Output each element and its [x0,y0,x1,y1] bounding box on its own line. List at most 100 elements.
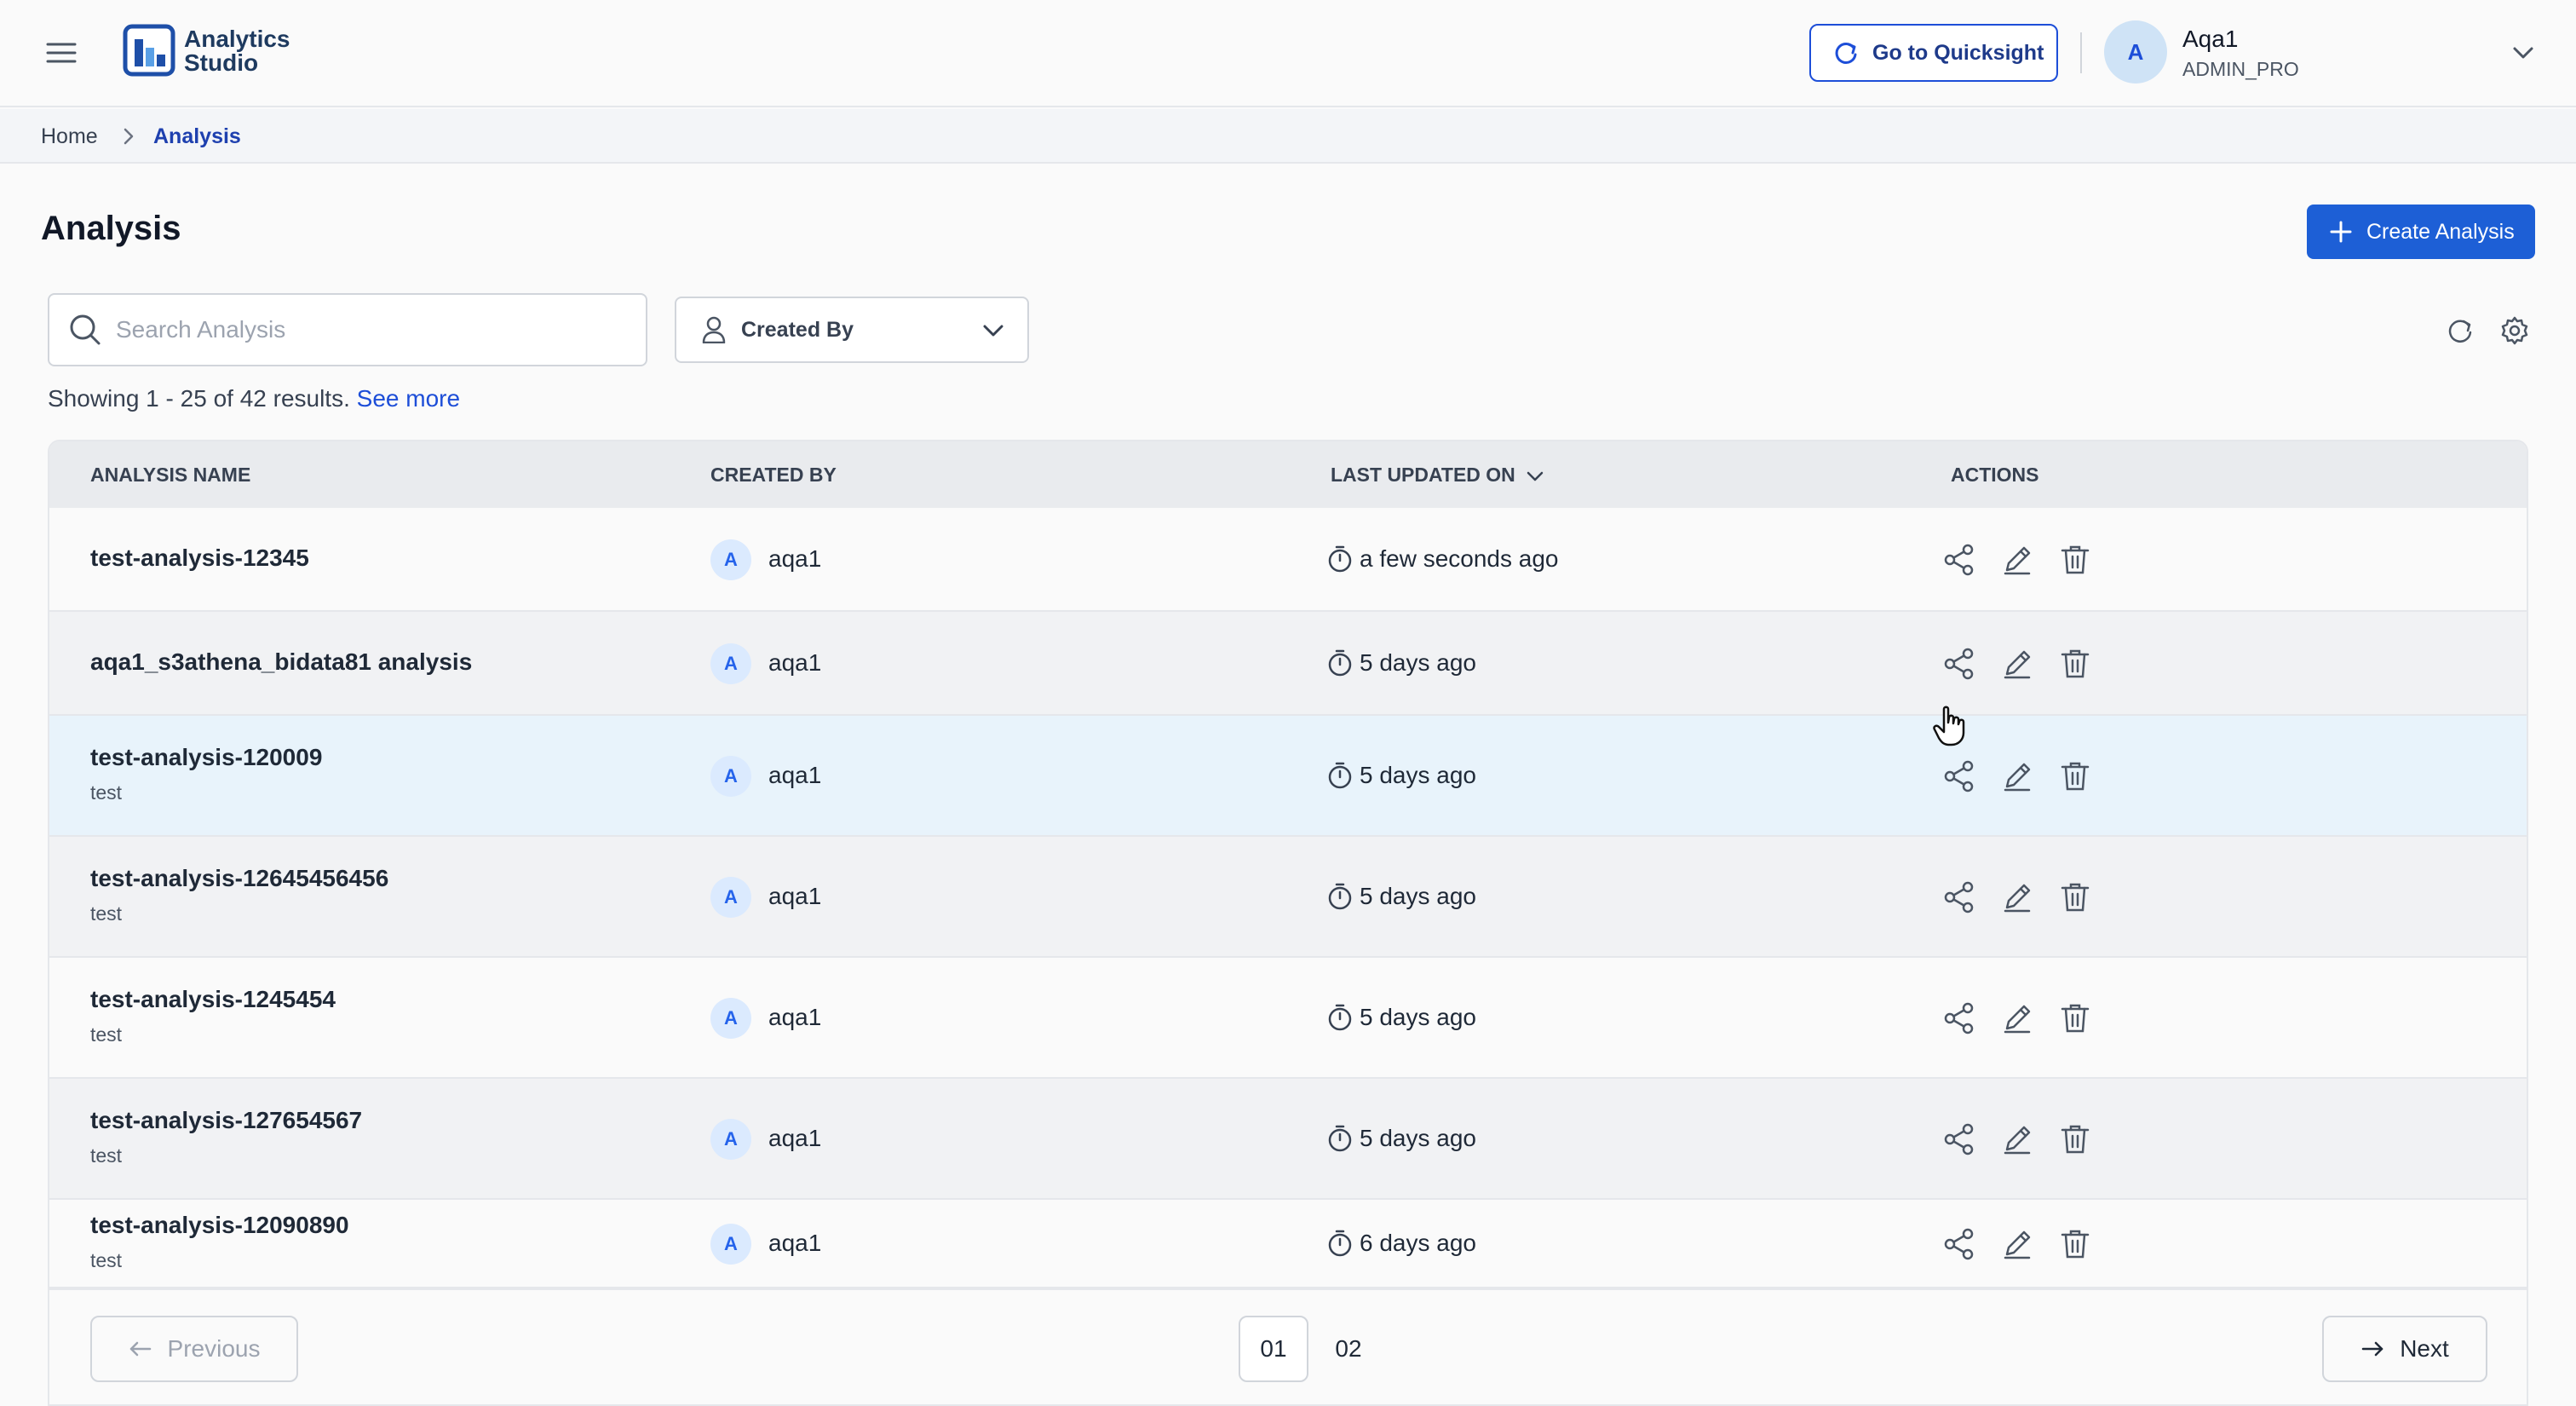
search-input[interactable] [116,316,593,343]
last-updated: 5 days ago [1327,1124,1476,1153]
timer-icon [1328,1004,1352,1031]
trash-icon[interactable] [2058,543,2092,577]
column-header-created-by[interactable]: CREATED BY [710,464,837,487]
creator-avatar: A [710,539,751,580]
last-updated: a few seconds ago [1327,545,1559,573]
trash-icon[interactable] [2058,1122,2092,1156]
table-row[interactable]: test-analysis-120009 test Aaqa1 5 days ago [49,716,2527,837]
analysis-name[interactable]: test-analysis-12345 [90,545,309,572]
creator-name: aqa1 [768,762,822,788]
analysis-name[interactable]: test-analysis-1245454 [90,986,336,1013]
breadcrumb-current: Analysis [153,124,241,148]
page-button-2[interactable]: 02 [1314,1316,1383,1382]
search-icon [70,314,101,345]
last-updated-text: 5 days ago [1360,1004,1476,1030]
results-summary: Showing 1 - 25 of 42 results. See more [48,385,460,412]
creator-name: aqa1 [768,883,822,909]
top-bar: Analytics Studio Go to Quicksight A Aqa1… [0,0,2576,107]
creator-name: aqa1 [768,1004,822,1030]
gear-icon[interactable] [2499,315,2530,346]
edit-icon[interactable] [2000,880,2034,914]
analysis-name[interactable]: test-analysis-120009 [90,744,322,771]
timer-icon [1328,649,1352,677]
user-avatar[interactable]: A [2104,20,2167,84]
sort-descending-icon[interactable] [1524,465,1546,487]
trash-icon[interactable] [2058,759,2092,793]
go-to-quicksight-button[interactable]: Go to Quicksight [1809,24,2058,82]
breadcrumb: Home Analysis [0,109,2576,164]
chevron-down-icon[interactable] [2508,37,2539,68]
analysis-description: test [90,1023,123,1046]
analysis-name[interactable]: test-analysis-12645456456 [90,865,388,892]
edit-icon[interactable] [2000,647,2034,681]
last-updated-text: 5 days ago [1360,762,1476,788]
creator-name: aqa1 [768,1230,822,1256]
created-by-label: Created By [741,317,854,342]
trash-icon[interactable] [2058,1001,2092,1035]
last-updated-text: 5 days ago [1360,1125,1476,1151]
quicksight-label: Go to Quicksight [1872,40,2044,65]
table-row[interactable]: aqa1_s3athena_bidata81 analysis Aaqa1 5 da… [49,612,2527,716]
creator-avatar: A [710,877,751,918]
analysis-name[interactable]: test-analysis-12090890 [90,1212,349,1239]
table-row[interactable]: test-analysis-1245454 test Aaqa1 5 days ago [49,958,2527,1079]
creator-name: aqa1 [768,545,822,572]
chevron-down-icon [983,325,1003,337]
breadcrumb-home[interactable]: Home [41,124,98,149]
last-updated: 6 days ago [1327,1229,1476,1258]
share-icon[interactable] [1942,759,1976,793]
timer-icon [1328,762,1352,789]
trash-icon[interactable] [2058,1227,2092,1261]
table-row[interactable]: test-analysis-127654567 test Aaqa1 5 days a… [49,1079,2527,1200]
chevron-right-icon [119,126,138,147]
results-text: Showing 1 - 25 of 42 results. [48,385,350,412]
last-updated-text: a few seconds ago [1360,545,1559,572]
edit-icon[interactable] [2000,1001,2034,1035]
last-updated-text: 6 days ago [1360,1230,1476,1256]
table-header: ANALYSIS NAME CREATED BY LAST UPDATED ON… [49,441,2527,508]
trash-icon[interactable] [2058,880,2092,914]
share-icon[interactable] [1942,1227,1976,1261]
analysis-description: test [90,1249,123,1271]
last-updated: 5 days ago [1327,882,1476,911]
trash-icon[interactable] [2058,647,2092,681]
brand-line-1: Analytics [184,26,290,52]
page-button-1[interactable]: 01 [1239,1316,1308,1382]
previous-label: Previous [167,1335,261,1362]
share-icon[interactable] [1942,647,1976,681]
analysis-name[interactable]: test-analysis-127654567 [90,1107,362,1134]
share-icon[interactable] [1942,543,1976,577]
table-row[interactable]: test-analysis-12090890 test Aaqa1 6 days ag… [49,1200,2527,1288]
table-row[interactable]: test-analysis-12645456456 test Aaqa1 5 days… [49,837,2527,958]
plus-icon [2330,221,2352,243]
previous-button[interactable]: Previous [90,1316,298,1382]
share-icon[interactable] [1942,880,1976,914]
timer-icon [1328,883,1352,910]
refresh-icon[interactable] [2445,315,2475,346]
edit-icon[interactable] [2000,1227,2034,1261]
analytics-studio-logo-icon[interactable] [123,24,175,77]
analysis-table: ANALYSIS NAME CREATED BY LAST UPDATED ON… [48,440,2528,1406]
share-icon[interactable] [1942,1001,1976,1035]
column-header-analysis-name[interactable]: ANALYSIS NAME [90,464,250,487]
user-role: ADMIN_PRO [2182,58,2299,80]
create-analysis-button[interactable]: Create Analysis [2307,205,2535,259]
timer-icon [1328,1125,1352,1152]
see-more-link[interactable]: See more [357,385,460,412]
next-label: Next [2400,1335,2449,1362]
share-icon[interactable] [1942,1122,1976,1156]
edit-icon[interactable] [2000,543,2034,577]
last-updated-text: 5 days ago [1360,883,1476,909]
brand-line-2: Studio [184,49,259,76]
table-row[interactable]: test-analysis-12345 Aaqa1 a few seconds ag… [49,508,2527,612]
analysis-name[interactable]: aqa1_s3athena_bidata81 analysis [90,648,472,676]
header-divider [2080,32,2082,73]
next-button[interactable]: Next [2322,1316,2487,1382]
last-updated: 5 days ago [1327,1003,1476,1032]
column-header-last-updated[interactable]: LAST UPDATED ON [1331,464,1546,487]
hand-pointer-cursor-icon [1932,706,1966,746]
hamburger-menu-icon[interactable] [41,32,82,73]
edit-icon[interactable] [2000,759,2034,793]
edit-icon[interactable] [2000,1122,2034,1156]
created-by-select[interactable]: Created By [675,297,1029,363]
